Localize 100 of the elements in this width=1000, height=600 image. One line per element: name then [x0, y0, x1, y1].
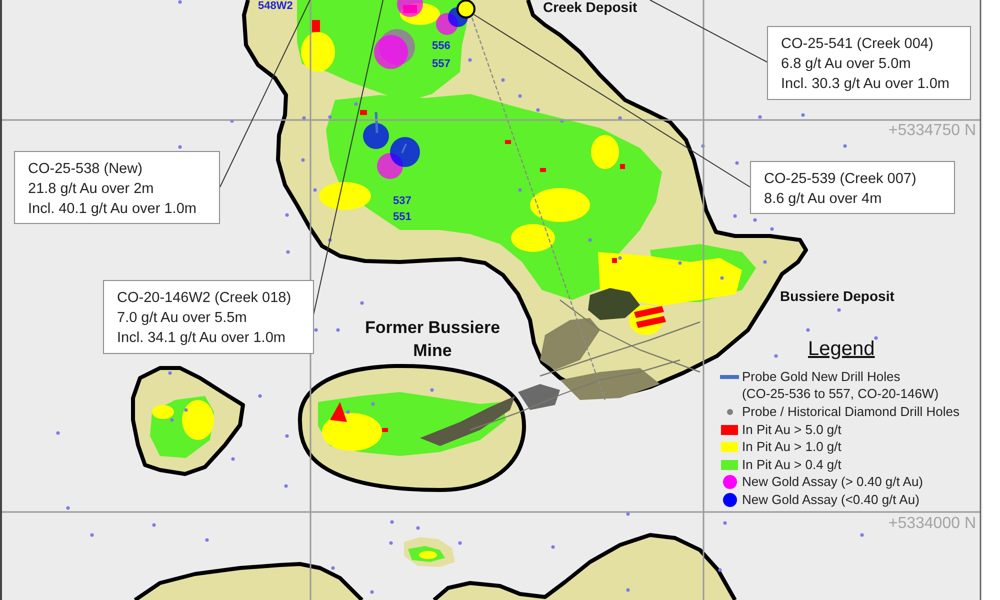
drill-hole-dot	[168, 371, 172, 375]
drill-hole-dot	[551, 545, 555, 549]
drill-hole-dot	[518, 94, 522, 98]
drill-hole-dot	[763, 260, 767, 264]
hole-label: 556	[432, 40, 450, 52]
drill-hole-dot	[758, 115, 762, 119]
high-grade-zone	[330, 402, 347, 422]
drill-hole-dot	[389, 541, 393, 545]
deposit-label: Creek Deposit	[543, 0, 638, 15]
drill-hole-title: CO-25-541 (Creek 004)	[781, 35, 934, 54]
drill-hole-dot	[874, 336, 878, 340]
high-grade-zone	[540, 168, 546, 172]
drill-hole-dot	[302, 116, 306, 120]
drill-hole-dot	[837, 308, 841, 312]
drill-hole-dot	[733, 214, 737, 218]
medium-grade-zone	[319, 182, 371, 210]
high-grade-zone	[312, 20, 320, 32]
drill-hole-dot	[231, 457, 235, 461]
drill-hole-dot	[536, 108, 540, 112]
hole-label: 537	[393, 195, 412, 207]
drill-hole-dot	[360, 301, 364, 305]
drill-hole-dot	[618, 116, 622, 120]
assay-result-text: Incl. 30.3 g/t Au over 1.0m	[781, 75, 950, 94]
drill-hole-dot	[626, 512, 630, 516]
medium-grade-zone	[419, 551, 437, 559]
hole-label: 548W2	[258, 0, 293, 12]
drill-hole-dot	[718, 568, 722, 572]
legend-title: Legend	[808, 337, 875, 362]
drill-hole-dot	[354, 102, 358, 106]
drill-hole-dot	[328, 115, 332, 119]
drill-hole-dot	[285, 213, 289, 217]
drill-hole-dot	[314, 328, 318, 332]
legend-label: In Pit Au > 1.0 g/t	[742, 439, 842, 456]
drill-hole-dot	[301, 158, 305, 162]
drill-hole-dot	[230, 119, 234, 123]
drill-hole-dot	[336, 328, 340, 332]
medium-grade-zone	[511, 224, 555, 252]
drill-hole-dot	[735, 161, 739, 165]
drill-hole-dot	[626, 588, 630, 592]
drill-hole-dot	[184, 408, 188, 412]
drill-hole-dot	[152, 523, 156, 527]
drill-hole-dot	[860, 533, 864, 537]
grid-coordinate-label: +5334750 N	[888, 122, 976, 140]
assay-circle	[363, 123, 389, 149]
drill-hole-dot	[430, 388, 434, 392]
drill-hole-title: CO-25-538 (New)	[28, 160, 142, 179]
drill-hole-dot	[774, 354, 778, 358]
drill-hole-dot	[518, 188, 522, 192]
drill-hole-dot	[588, 238, 592, 242]
legend-label: Probe / Historical Diamond Drill Holes	[742, 404, 960, 420]
drill-hole-dot	[90, 533, 94, 537]
deposit-label: Former Bussiere Mine	[364, 317, 502, 362]
drill-hole-dot	[371, 402, 375, 406]
assay-circle	[374, 35, 408, 69]
drill-trace	[374, 112, 378, 134]
drill-hole-dot	[56, 431, 60, 435]
assay-result-text: 21.8 g/t Au over 2m	[28, 180, 154, 199]
medium-grade-zone	[530, 188, 590, 222]
high-grade-zone	[382, 428, 388, 432]
drill-hole-dot	[284, 484, 288, 488]
grid-coordinate-label: +5334000 N	[888, 515, 976, 533]
drill-hole-dot	[678, 261, 682, 265]
drill-hole-dot	[178, 145, 182, 149]
drill-hole-dot	[390, 520, 394, 524]
assay-result-text: Incl. 40.1 g/t Au over 1.0m	[28, 200, 196, 219]
drill-hole-dot	[468, 58, 472, 62]
drill-hole-dot	[285, 434, 289, 438]
legend-note: (CO-25-536 to 557, CO-20-146W)	[742, 386, 939, 402]
drill-hole-dot	[560, 119, 564, 123]
drill-hole-dot	[370, 590, 374, 594]
hole-label: 551	[393, 211, 412, 223]
drill-hole-dot	[753, 218, 757, 222]
assay-result-text: 8.6 g/t Au over 4m	[764, 190, 882, 209]
drill-hole-dot	[66, 506, 70, 510]
drill-hole-title: CO-20-146W2 (Creek 018)	[117, 289, 292, 308]
legend-label: Probe Gold New Drill Holes	[742, 368, 900, 385]
drill-hole-dot	[843, 144, 847, 148]
drill-hole-dot	[258, 394, 262, 398]
assay-result-text: 7.0 g/t Au over 5.5m	[117, 309, 247, 328]
drill-hole-dot	[801, 113, 805, 117]
medium-grade-zone	[591, 135, 619, 169]
drill-hole-dot	[346, 410, 350, 414]
legend-label: In Pit Au > 0.4 g/t	[742, 456, 842, 473]
drill-hole-dot	[701, 144, 705, 148]
high-grade-zone	[505, 140, 511, 144]
medium-grade-zone	[182, 400, 214, 440]
drill-hole-dot	[328, 238, 332, 242]
high-grade-zone	[360, 110, 367, 115]
assay-circle	[390, 137, 420, 167]
drill-hole-dot	[205, 538, 209, 542]
drill-hole-dot	[720, 276, 724, 280]
drill-hole-dot	[286, 250, 290, 254]
drill-hole-dot	[178, 0, 182, 4]
drill-hole-dot	[331, 566, 335, 570]
medium-grade-zone	[322, 413, 382, 451]
drill-hole-dot	[501, 78, 505, 82]
hole-label: 557	[432, 58, 450, 70]
high-grade-zone	[636, 316, 666, 328]
drill-hole-title: CO-25-539 (Creek 007)	[764, 170, 916, 189]
drill-hole-dot	[416, 526, 420, 530]
